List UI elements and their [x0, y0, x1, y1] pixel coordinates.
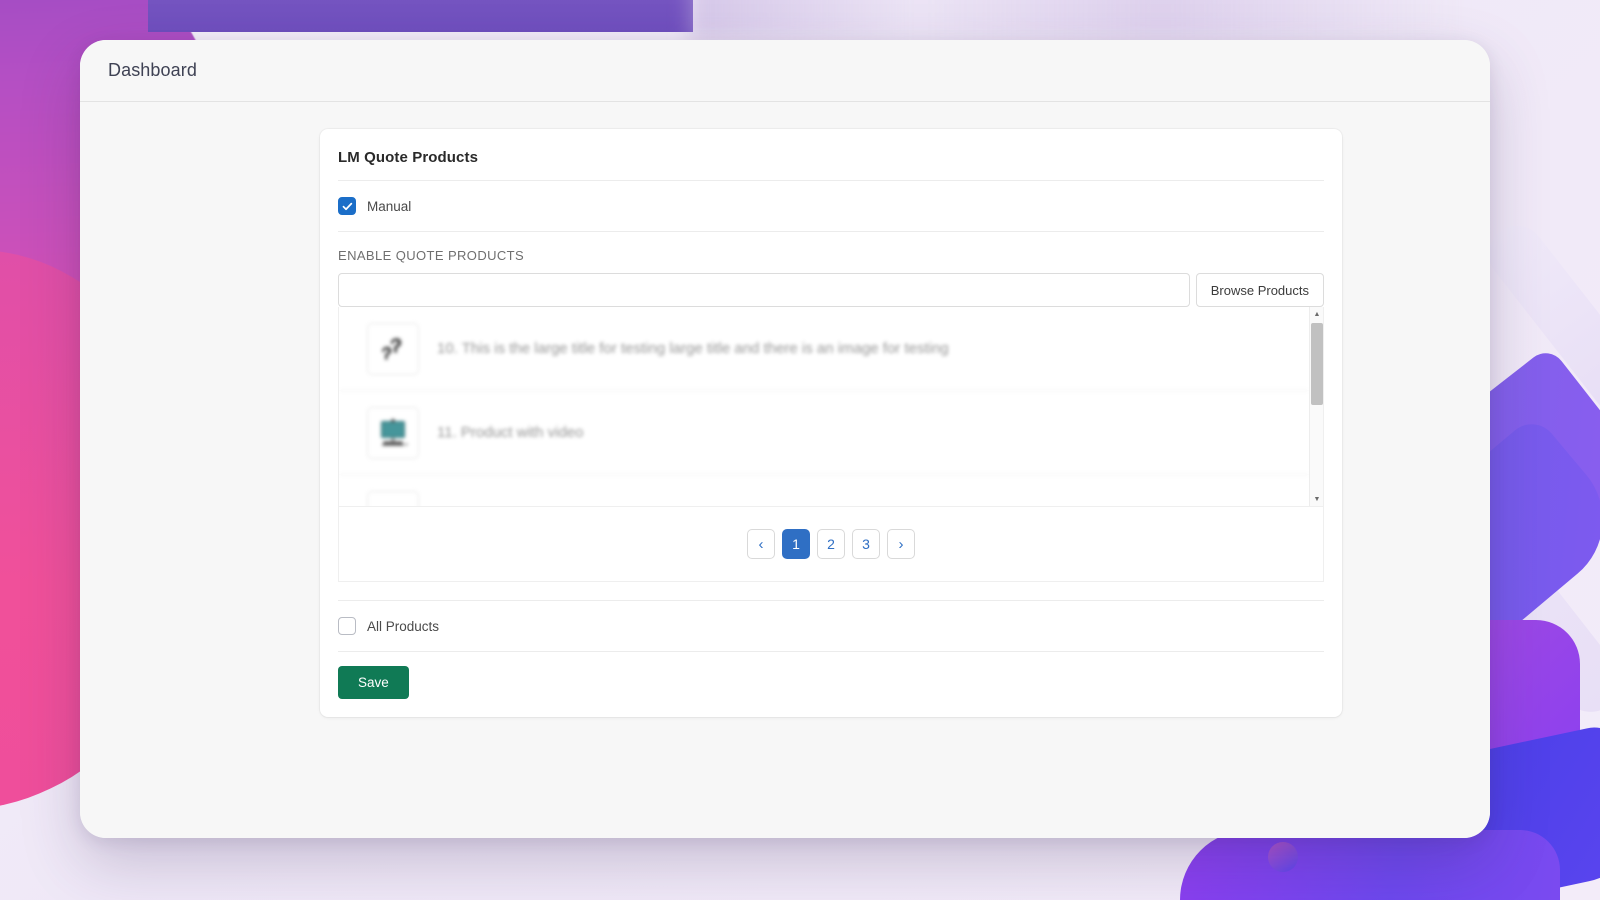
section-label: ENABLE QUOTE PRODUCTS — [338, 248, 525, 263]
product-list-item[interactable]: 10. This is the large title for testing … — [339, 307, 1309, 391]
decorative-circle — [1268, 842, 1298, 872]
all-products-checkbox-row[interactable]: All Products — [320, 601, 1342, 651]
save-button[interactable]: Save — [338, 666, 409, 699]
pagination-next-button[interactable]: › — [887, 529, 915, 559]
scrollbar-thumb[interactable] — [1311, 323, 1323, 405]
scroll-down-icon[interactable]: ▼ — [1310, 492, 1323, 506]
card-title: LM Quote Products — [338, 149, 479, 166]
decorative-top-bar — [148, 0, 693, 32]
pagination-page-3[interactable]: 3 — [852, 529, 880, 559]
card-header: LM Quote Products — [320, 129, 1342, 180]
window-header: Dashboard — [80, 40, 1490, 102]
product-list-scroll-area: 10. This is the large title for testing … — [339, 307, 1309, 506]
page-title: Dashboard — [108, 60, 197, 80]
card-footer: Save — [320, 652, 1342, 717]
earbuds-icon — [367, 322, 419, 375]
manual-checkbox[interactable] — [338, 197, 356, 215]
check-icon — [342, 202, 352, 210]
enable-quote-products-section: ENABLE QUOTE PRODUCTS Browse Products 10… — [320, 232, 1342, 600]
pagination: ‹ 1 2 3 › — [338, 507, 1324, 582]
pagination-prev-button[interactable]: ‹ — [747, 529, 775, 559]
scroll-up-icon[interactable]: ▲ — [1310, 307, 1323, 321]
pagination-page-1[interactable]: 1 — [782, 529, 810, 559]
window-body: LM Quote Products Manual ENABLE QUOTE PR… — [80, 102, 1490, 838]
product-list-item-title: 10. This is the large title for testing … — [437, 340, 949, 357]
monitor-icon — [367, 406, 419, 459]
mountain-image-icon — [367, 490, 419, 506]
manual-checkbox-label: Manual — [367, 198, 412, 214]
product-list-scrollbar[interactable]: ▲ ▼ — [1309, 307, 1323, 506]
decorative-blob-bottom-1 — [1180, 830, 1560, 900]
all-products-checkbox[interactable] — [338, 617, 356, 635]
product-list-item[interactable]: 12. Unique content for each product on t… — [339, 475, 1309, 506]
manual-checkbox-row[interactable]: Manual — [320, 181, 1342, 231]
product-list[interactable]: 10. This is the large title for testing … — [338, 307, 1324, 507]
product-list-item-title: 11. Product with video — [437, 424, 584, 441]
product-search-input[interactable] — [338, 273, 1190, 307]
browse-products-button[interactable]: Browse Products — [1195, 273, 1324, 307]
decorative-top-haze — [690, 0, 1450, 40]
all-products-checkbox-label: All Products — [367, 618, 440, 634]
app-window: Dashboard LM Quote Products Manual ENABL… — [80, 40, 1490, 838]
pagination-page-2[interactable]: 2 — [817, 529, 845, 559]
quote-products-card: LM Quote Products Manual ENABLE QUOTE PR… — [320, 129, 1342, 717]
product-list-item[interactable]: 11. Product with video — [339, 391, 1309, 475]
search-row: Browse Products — [338, 273, 1324, 307]
